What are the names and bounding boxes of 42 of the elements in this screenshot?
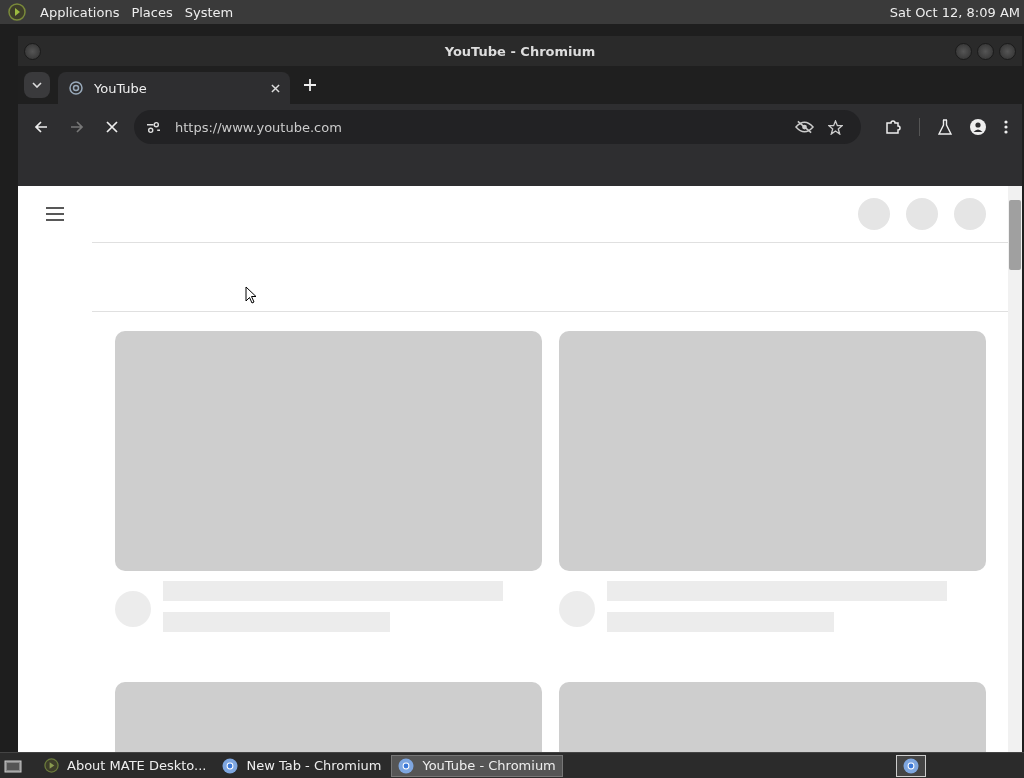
menu-icon[interactable] xyxy=(46,207,64,221)
close-icon[interactable] xyxy=(271,83,280,93)
task-label: YouTube - Chromium xyxy=(422,758,556,773)
browser-tab[interactable]: YouTube xyxy=(58,72,290,104)
star-icon[interactable] xyxy=(828,119,843,135)
chromium-logo-icon xyxy=(222,757,239,774)
flask-icon[interactable] xyxy=(938,119,952,135)
stop-icon[interactable] xyxy=(106,121,118,133)
mate-logo-icon[interactable] xyxy=(8,3,26,21)
address-bar[interactable]: https://www.youtube.com xyxy=(134,110,861,144)
tab-title: YouTube xyxy=(94,80,148,96)
chevron-down-icon xyxy=(32,82,42,88)
taskbar-button[interactable]: New Tab - Chromium xyxy=(216,754,388,777)
scrollbar[interactable] xyxy=(1008,186,1022,752)
task-label: About MATE Deskto... xyxy=(67,758,207,773)
show-desktop-icon[interactable] xyxy=(4,758,22,773)
placeholder-circle xyxy=(906,198,938,230)
profile-icon[interactable] xyxy=(970,119,986,135)
tray-chromium-button[interactable] xyxy=(896,754,926,777)
chromium-logo-icon xyxy=(903,757,919,774)
mate-logo-icon xyxy=(44,758,59,773)
site-settings-icon[interactable] xyxy=(146,120,161,134)
taskbar-button[interactable]: About MATE Deskto... xyxy=(38,754,213,777)
placeholder-circle xyxy=(954,198,986,230)
eye-slash-icon[interactable] xyxy=(795,120,814,134)
taskbar-button[interactable]: YouTube - Chromium xyxy=(391,754,563,777)
tab-search-button[interactable] xyxy=(24,72,50,98)
back-arrow-icon[interactable] xyxy=(34,120,48,134)
clock[interactable]: Sat Oct 12, 8:09 AM xyxy=(889,4,1020,20)
panel-menu[interactable]: System xyxy=(178,4,240,20)
mouse-cursor-icon xyxy=(245,286,257,304)
plus-icon[interactable] xyxy=(304,79,316,91)
url-text: https://www.youtube.com xyxy=(175,119,342,135)
window-title: YouTube - Chromium xyxy=(444,43,596,59)
task-label: New Tab - Chromium xyxy=(246,758,382,773)
placeholder-circle xyxy=(858,198,890,230)
panel-menu[interactable]: Applications xyxy=(34,4,126,20)
panel-menu[interactable]: Places xyxy=(125,4,179,20)
chromium-logo-icon xyxy=(398,757,415,774)
puzzle-piece-icon[interactable] xyxy=(885,119,901,135)
forward-arrow-icon[interactable] xyxy=(70,120,84,134)
more-menu-icon[interactable] xyxy=(1004,120,1008,134)
